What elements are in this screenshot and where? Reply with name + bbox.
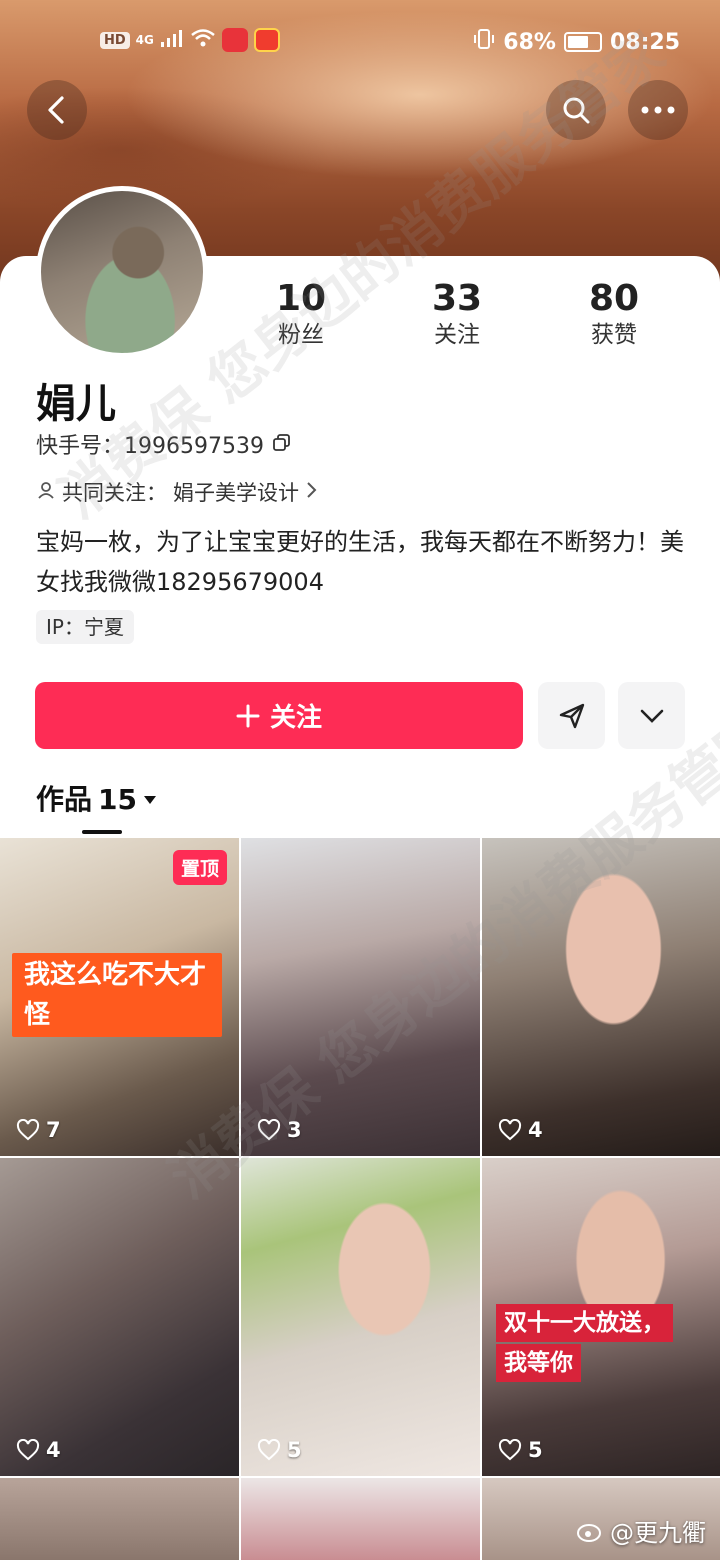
more-dots-icon bbox=[641, 106, 675, 114]
heart-icon bbox=[498, 1439, 522, 1461]
like-count: 5 bbox=[257, 1438, 302, 1462]
weibo-logo-icon bbox=[577, 1523, 601, 1542]
heart-icon bbox=[257, 1119, 281, 1141]
follow-label: 关注 bbox=[269, 703, 322, 733]
following-label: 关注 bbox=[434, 322, 480, 348]
works-count: 15 bbox=[98, 783, 137, 816]
heart-icon bbox=[16, 1119, 40, 1141]
fans-count: 10 bbox=[275, 278, 327, 319]
like-number: 5 bbox=[287, 1438, 302, 1462]
back-button[interactable] bbox=[27, 80, 87, 140]
chevron-down-icon bbox=[640, 709, 663, 723]
expand-button[interactable] bbox=[618, 682, 685, 749]
chevron-right-icon bbox=[305, 478, 319, 508]
follow-button[interactable]: 关注 bbox=[35, 682, 523, 749]
status-right: 68% 08:25 bbox=[473, 28, 680, 56]
status-bar: HD 4G 68% 08:25 bbox=[0, 0, 720, 84]
video-caption-line-2: 我等你 bbox=[496, 1344, 581, 1382]
signal-icon bbox=[160, 28, 184, 52]
tab-works[interactable]: 作品 15 bbox=[36, 780, 157, 820]
battery-icon bbox=[563, 32, 602, 52]
user-id-row: 快手号：1996597539 bbox=[36, 432, 292, 462]
profile-name: 娟儿 bbox=[36, 381, 116, 427]
like-count: 7 bbox=[16, 1118, 61, 1142]
person-icon bbox=[36, 478, 56, 508]
like-count: 4 bbox=[498, 1118, 543, 1142]
stat-likes[interactable]: 80 获赞 bbox=[559, 278, 669, 350]
user-id-value: 1996597539 bbox=[124, 434, 264, 459]
vibrate-icon bbox=[473, 28, 495, 56]
like-number: 3 bbox=[287, 1118, 302, 1142]
likes-label: 获赞 bbox=[591, 322, 637, 348]
user-id-label: 快手号： bbox=[36, 434, 125, 459]
app-notification-icon bbox=[221, 28, 248, 52]
video-thumbnail[interactable]: 5 bbox=[241, 1158, 480, 1476]
clock: 08:25 bbox=[609, 29, 680, 55]
battery-fill bbox=[567, 36, 589, 48]
fans-label: 粉丝 bbox=[278, 322, 324, 348]
watermark-text: @更九衢 bbox=[610, 1519, 706, 1547]
avatar[interactable] bbox=[36, 186, 208, 358]
source-watermark: @更九衢 bbox=[576, 1513, 706, 1548]
tab-underline bbox=[82, 830, 122, 834]
like-count: 3 bbox=[257, 1118, 302, 1142]
send-icon bbox=[559, 703, 584, 728]
works-label: 作品 bbox=[36, 783, 93, 816]
user-id-text: 快手号：1996597539 bbox=[36, 432, 264, 462]
following-count: 33 bbox=[431, 278, 483, 319]
send-message-button[interactable] bbox=[538, 682, 605, 749]
back-arrow-icon bbox=[48, 96, 64, 124]
video-thumbnail[interactable]: 3 bbox=[241, 838, 480, 1156]
stat-following[interactable]: 33 关注 bbox=[402, 278, 512, 350]
like-count: 5 bbox=[498, 1438, 543, 1462]
like-number: 4 bbox=[46, 1438, 61, 1462]
video-thumbnail[interactable] bbox=[241, 1478, 480, 1560]
heart-icon bbox=[16, 1439, 40, 1461]
mutual-value: 娟子美学设计 bbox=[173, 481, 299, 505]
video-thumbnail[interactable]: 4 bbox=[482, 838, 720, 1156]
caret-down-icon bbox=[143, 796, 156, 804]
search-button[interactable] bbox=[546, 80, 606, 140]
video-thumbnail[interactable]: 置顶 我这么吃不大才怪 7 bbox=[0, 838, 239, 1156]
plus-icon bbox=[236, 704, 260, 727]
battery-percent: 68% bbox=[503, 29, 556, 55]
like-number: 5 bbox=[528, 1438, 543, 1462]
wifi-icon bbox=[190, 28, 216, 52]
like-count: 4 bbox=[16, 1438, 61, 1462]
video-caption-line-1: 双十一大放送， bbox=[496, 1304, 673, 1342]
status-left: HD 4G bbox=[100, 28, 280, 52]
news-app-icon bbox=[253, 28, 280, 52]
video-thumbnail[interactable] bbox=[0, 1478, 239, 1560]
ip-location-badge: IP：宁夏 bbox=[36, 610, 134, 644]
like-number: 7 bbox=[46, 1118, 61, 1142]
heart-icon bbox=[498, 1119, 522, 1141]
pinned-badge: 置顶 bbox=[172, 850, 227, 885]
video-thumbnail[interactable]: 4 bbox=[0, 1158, 239, 1476]
search-icon bbox=[563, 97, 590, 124]
video-caption: 我这么吃不大才怪 bbox=[12, 953, 222, 1037]
heart-icon bbox=[257, 1439, 281, 1461]
video-thumbnail[interactable]: 双十一大放送， 我等你 5 bbox=[482, 1158, 720, 1476]
like-number: 4 bbox=[528, 1118, 543, 1142]
copy-icon[interactable] bbox=[272, 432, 292, 462]
more-button[interactable] bbox=[628, 80, 688, 140]
profile-bio: 宝妈一枚，为了让宝宝更好的生活，我每天都在不断努力！美女找我微微18295679… bbox=[36, 528, 684, 596]
stat-fans[interactable]: 10 粉丝 bbox=[246, 278, 356, 350]
hd-badge: HD bbox=[100, 31, 130, 49]
likes-count: 80 bbox=[588, 278, 640, 319]
mutual-follow-row[interactable]: 共同关注： 娟子美学设计 bbox=[36, 478, 319, 508]
network-type: 4G bbox=[135, 33, 154, 47]
mutual-label: 共同关注： bbox=[62, 481, 167, 505]
